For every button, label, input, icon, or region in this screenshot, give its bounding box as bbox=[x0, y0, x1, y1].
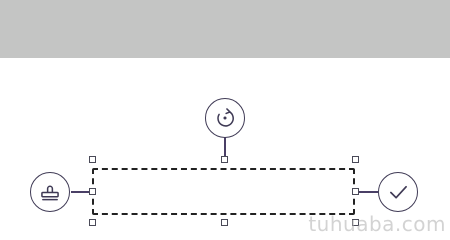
resize-handle-top-left[interactable] bbox=[89, 156, 96, 163]
resize-handle-bottom-left[interactable] bbox=[89, 219, 96, 226]
selected-text-box[interactable] bbox=[92, 168, 355, 215]
confirm-connector bbox=[356, 191, 378, 193]
rotate-button[interactable] bbox=[205, 98, 245, 138]
resize-handle-bottom-center[interactable] bbox=[221, 219, 228, 226]
watermark: tuhuaba.com bbox=[308, 212, 446, 236]
rotate-icon bbox=[217, 108, 234, 127]
confirm-button[interactable] bbox=[378, 172, 418, 212]
editor-canvas bbox=[0, 0, 450, 240]
stamp-button[interactable] bbox=[30, 172, 70, 212]
resize-handle-middle-left[interactable] bbox=[89, 188, 96, 195]
resize-handle-top-center[interactable] bbox=[221, 156, 228, 163]
resize-handle-middle-right[interactable] bbox=[352, 188, 359, 195]
rotate-connector bbox=[224, 137, 226, 158]
editor-page: tuhuaba.com bbox=[0, 0, 450, 240]
stamp-icon bbox=[41, 185, 59, 201]
resize-handle-top-right[interactable] bbox=[352, 156, 359, 163]
checkmark-icon bbox=[390, 185, 407, 199]
